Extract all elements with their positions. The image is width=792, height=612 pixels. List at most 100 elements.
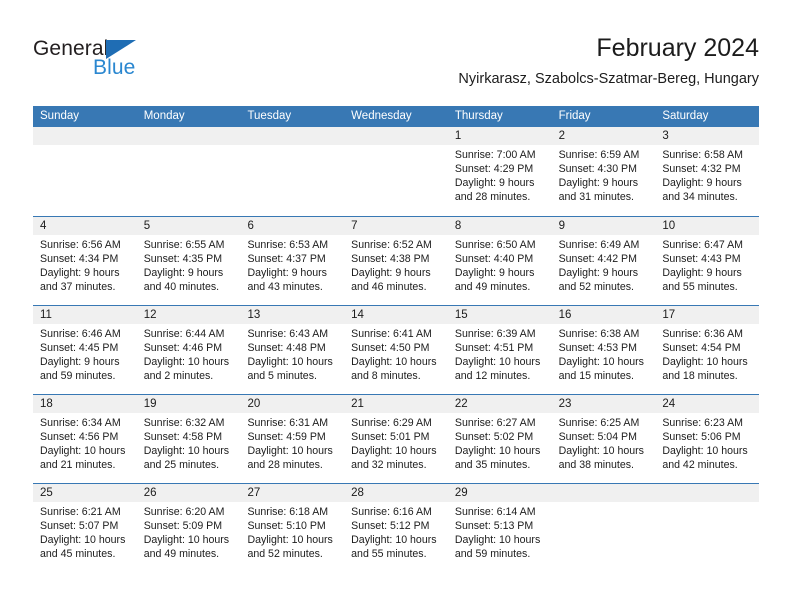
sunrise-text: Sunrise: 6:38 AM (558, 328, 640, 340)
sunrise-text: Sunrise: 6:18 AM (247, 506, 329, 518)
day-number (344, 127, 448, 145)
calendar-day-cell[interactable]: 3 Sunrise: 6:58 AM Sunset: 4:32 PM Daylight… (655, 127, 760, 216)
calendar-day-cell[interactable]: 6 Sunrise: 6:53 AM Sunset: 4:37 PM Daylight… (240, 217, 345, 305)
calendar-cell-empty (551, 484, 656, 573)
day-details: Sunrise: 6:14 AM Sunset: 5:13 PM Daylight:… (447, 502, 552, 572)
sunrise-text: Sunrise: 6:52 AM (351, 239, 432, 251)
calendar-day-cell[interactable]: 27 Sunrise: 6:18 AM Sunset: 5:10 PM Dayligh… (240, 484, 345, 573)
day-number: 26 (136, 484, 241, 502)
day-number: 28 (344, 484, 448, 502)
sunset-text: Sunset: 4:29 PM (454, 163, 534, 176)
sunrise-text: Sunrise: 6:23 AM (662, 417, 743, 429)
daylight-text-line1: Daylight: 10 hours (454, 356, 541, 369)
day-details (136, 145, 241, 215)
day-number: 2 (551, 127, 656, 145)
daylight-text-line2: and 35 minutes. (454, 459, 531, 472)
day-number (33, 127, 137, 145)
sunset-text: Sunset: 4:53 PM (558, 342, 637, 355)
day-details: Sunrise: 6:39 AM Sunset: 4:51 PM Daylight:… (447, 324, 552, 394)
weekday-header-tuesday: Tuesday (247, 110, 292, 122)
daylight-text-line2: and 42 minutes. (662, 459, 738, 472)
sunset-text: Sunset: 4:32 PM (662, 163, 741, 176)
day-details: Sunrise: 6:58 AM Sunset: 4:32 PM Daylight:… (655, 145, 760, 215)
calendar-day-cell[interactable]: 24 Sunrise: 6:23 AM Sunset: 5:06 PM Dayligh… (655, 395, 760, 483)
calendar-day-cell[interactable]: 4 Sunrise: 6:56 AM Sunset: 4:34 PM Daylight… (33, 217, 137, 305)
calendar-cell-empty (655, 484, 760, 573)
day-number: 10 (655, 217, 760, 235)
calendar-day-cell[interactable]: 17 Sunrise: 6:36 AM Sunset: 4:54 PM Dayligh… (655, 306, 760, 394)
calendar-day-cell[interactable]: 8 Sunrise: 6:50 AM Sunset: 4:40 PM Daylight… (447, 217, 552, 305)
day-number: 4 (33, 217, 137, 235)
sunset-text: Sunset: 4:45 PM (40, 342, 119, 355)
calendar-day-cell[interactable]: 5 Sunrise: 6:55 AM Sunset: 4:35 PM Daylight… (136, 217, 241, 305)
calendar-day-cell[interactable]: 21 Sunrise: 6:29 AM Sunset: 5:01 PM Dayligh… (344, 395, 448, 483)
day-details: Sunrise: 6:50 AM Sunset: 4:40 PM Daylight:… (447, 235, 552, 305)
calendar-day-cell[interactable]: 26 Sunrise: 6:20 AM Sunset: 5:09 PM Dayligh… (136, 484, 241, 573)
calendar-day-cell[interactable]: 12 Sunrise: 6:44 AM Sunset: 4:46 PM Dayligh… (136, 306, 241, 394)
sunrise-text: Sunrise: 6:58 AM (662, 149, 743, 161)
calendar-day-cell[interactable]: 19 Sunrise: 6:32 AM Sunset: 4:58 PM Dayligh… (136, 395, 241, 483)
sunset-text: Sunset: 4:38 PM (351, 253, 430, 266)
calendar-day-cell[interactable]: 10 Sunrise: 6:47 AM Sunset: 4:43 PM Dayligh… (655, 217, 760, 305)
day-details (655, 502, 760, 572)
calendar-day-cell[interactable]: 14 Sunrise: 6:41 AM Sunset: 4:50 PM Dayligh… (344, 306, 448, 394)
calendar-weeks: 1 Sunrise: 7:00 AM Sunset: 4:29 PM Daylight… (33, 127, 760, 573)
day-number: 6 (240, 217, 345, 235)
calendar-day-cell[interactable]: 2 Sunrise: 6:59 AM Sunset: 4:30 PM Daylight… (551, 127, 656, 216)
day-details (240, 145, 345, 215)
daylight-text-line1: Daylight: 10 hours (558, 445, 644, 458)
calendar-day-cell[interactable]: 11 Sunrise: 6:46 AM Sunset: 4:45 PM Dayligh… (33, 306, 137, 394)
calendar-day-cell[interactable]: 15 Sunrise: 6:39 AM Sunset: 4:51 PM Dayligh… (447, 306, 552, 394)
calendar-day-cell[interactable]: 1 Sunrise: 7:00 AM Sunset: 4:29 PM Daylight… (447, 127, 552, 216)
sunset-text: Sunset: 5:07 PM (40, 520, 119, 533)
daylight-text-line1: Daylight: 9 hours (662, 267, 742, 280)
sunrise-text: Sunrise: 6:36 AM (662, 328, 743, 340)
calendar-week-row: 18 Sunrise: 6:34 AM Sunset: 4:56 PM Dayligh… (33, 394, 760, 483)
weekday-header-wednesday: Wednesday (351, 110, 412, 122)
day-number: 14 (344, 306, 448, 324)
sunrise-text: Sunrise: 6:53 AM (247, 239, 329, 251)
daylight-text-line2: and 25 minutes. (143, 459, 220, 472)
sunrise-text: Sunrise: 6:56 AM (40, 239, 121, 251)
calendar-day-cell[interactable]: 13 Sunrise: 6:43 AM Sunset: 4:48 PM Dayligh… (240, 306, 345, 394)
daylight-text-line1: Daylight: 9 hours (662, 177, 742, 190)
daylight-text-line2: and 45 minutes. (40, 548, 116, 561)
day-number: 16 (551, 306, 656, 324)
calendar-page: General Blue February 2024 Nyirkarasz, S… (0, 0, 792, 612)
calendar-day-cell[interactable]: 16 Sunrise: 6:38 AM Sunset: 4:53 PM Dayligh… (551, 306, 656, 394)
calendar-day-cell[interactable]: 20 Sunrise: 6:31 AM Sunset: 4:59 PM Dayligh… (240, 395, 345, 483)
sunrise-text: Sunrise: 6:49 AM (558, 239, 640, 251)
day-number: 24 (655, 395, 760, 413)
general-blue-logo[interactable]: General Blue (33, 37, 243, 93)
sunset-text: Sunset: 4:56 PM (40, 431, 119, 444)
calendar-day-cell[interactable]: 25 Sunrise: 6:21 AM Sunset: 5:07 PM Dayligh… (33, 484, 137, 573)
day-number: 29 (447, 484, 552, 502)
daylight-text-line1: Daylight: 9 hours (247, 267, 327, 280)
daylight-text-line1: Daylight: 10 hours (247, 445, 333, 458)
day-number: 20 (240, 395, 345, 413)
sunset-text: Sunset: 4:37 PM (247, 253, 326, 266)
daylight-text-line2: and 55 minutes. (351, 548, 427, 561)
day-number (551, 484, 656, 502)
calendar-day-cell[interactable]: 28 Sunrise: 6:16 AM Sunset: 5:12 PM Dayligh… (344, 484, 448, 573)
day-details: Sunrise: 6:23 AM Sunset: 5:06 PM Daylight:… (655, 413, 760, 483)
calendar-day-cell[interactable]: 9 Sunrise: 6:49 AM Sunset: 4:42 PM Daylight… (551, 217, 656, 305)
calendar-day-cell[interactable]: 22 Sunrise: 6:27 AM Sunset: 5:02 PM Dayligh… (447, 395, 552, 483)
calendar-day-cell[interactable]: 29 Sunrise: 6:14 AM Sunset: 5:13 PM Dayligh… (447, 484, 552, 573)
day-number: 18 (33, 395, 137, 413)
daylight-text-line1: Daylight: 9 hours (454, 267, 535, 280)
daylight-text-line2: and 59 minutes. (454, 548, 531, 561)
sunset-text: Sunset: 4:58 PM (143, 431, 223, 444)
page-header: General Blue February 2024 Nyirkarasz, S… (33, 33, 759, 101)
day-number (136, 127, 241, 145)
day-details: Sunrise: 6:41 AM Sunset: 4:50 PM Daylight:… (344, 324, 448, 394)
daylight-text-line1: Daylight: 10 hours (40, 534, 126, 547)
daylight-text-line1: Daylight: 9 hours (558, 267, 639, 280)
day-details: Sunrise: 6:36 AM Sunset: 4:54 PM Daylight:… (655, 324, 760, 394)
calendar-day-cell[interactable]: 7 Sunrise: 6:52 AM Sunset: 4:38 PM Daylight… (344, 217, 448, 305)
sunset-text: Sunset: 4:43 PM (662, 253, 741, 266)
daylight-text-line2: and 32 minutes. (351, 459, 427, 472)
calendar-day-cell[interactable]: 18 Sunrise: 6:34 AM Sunset: 4:56 PM Dayligh… (33, 395, 137, 483)
calendar-grid: Sunday Monday Tuesday Wednesday Thursday Frid… (33, 106, 760, 573)
calendar-day-cell[interactable]: 23 Sunrise: 6:25 AM Sunset: 5:04 PM Dayligh… (551, 395, 656, 483)
